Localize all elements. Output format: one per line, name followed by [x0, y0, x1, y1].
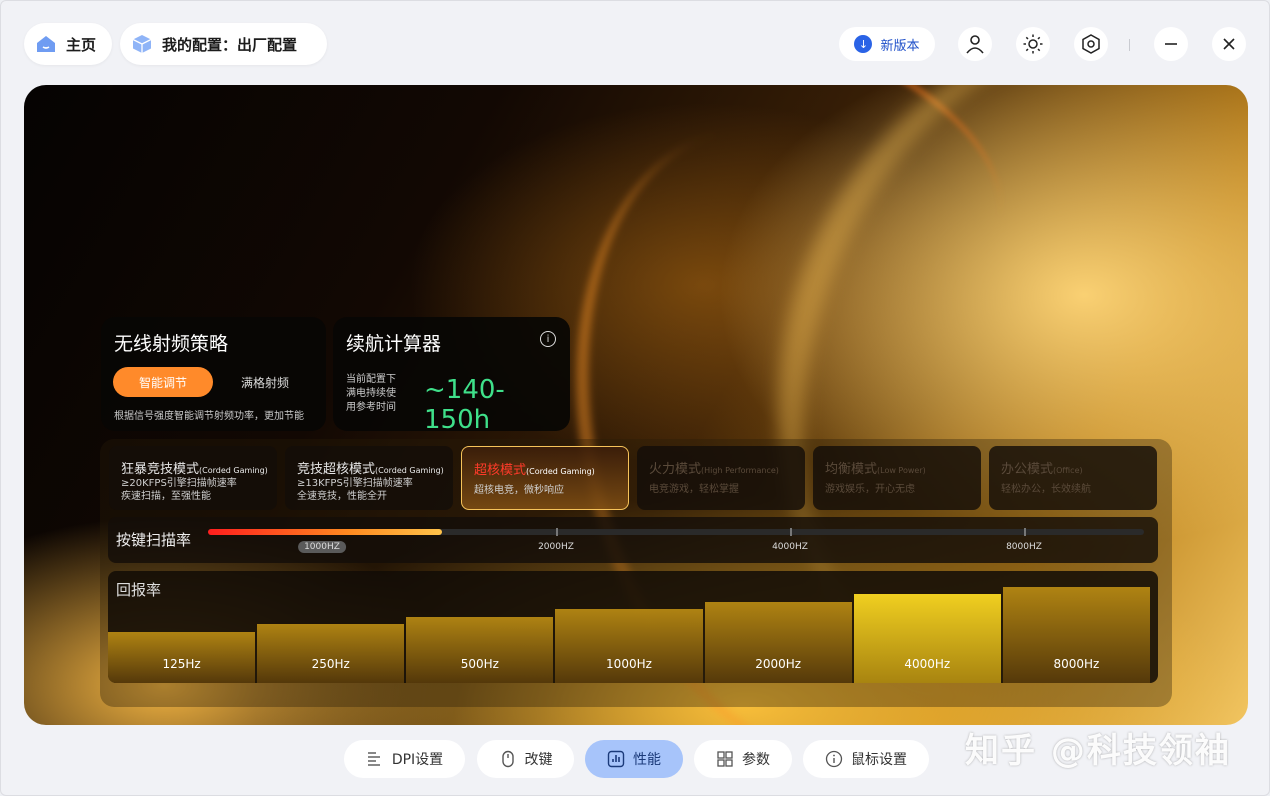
battery-calculator-card: 续航计算器 i 当前配置下 满电持续使 用参考时间 ~140-150h: [333, 317, 570, 435]
hex-settings-icon: [1082, 34, 1100, 54]
mode-title: 均衡模式(Low Power): [825, 462, 926, 477]
mode-desc: ≥20KFPS引擎扫描帧速率: [121, 478, 237, 489]
scan-rate-option[interactable]: 2000HZ: [532, 541, 580, 553]
tab-label: 参数: [742, 752, 770, 768]
mode-desc: 轻松办公，长效续航: [1001, 484, 1091, 495]
wireless-rf-card: 无线射频策略 智能调节 满格射频 根据信号强度智能调节射频功率，更加节能: [101, 317, 326, 431]
mode-title: 狂暴竞技模式(Corded Gaming): [121, 462, 268, 477]
tab-label: 鼠标设置: [851, 752, 907, 768]
mode-desc: 超核电竞，微秒响应: [474, 485, 564, 496]
tab-dpi-settings[interactable]: DPI设置: [344, 740, 465, 778]
sun-icon: [1023, 34, 1043, 54]
battery-note: 当前配置下 满电持续使 用参考时间: [346, 373, 396, 415]
report-rate-option[interactable]: 1000Hz: [555, 609, 703, 683]
header-divider: [1129, 39, 1130, 51]
info-icon[interactable]: i: [540, 331, 556, 347]
scan-rate-tick: [556, 528, 558, 536]
mode-desc: ≥13KFPS引擎扫描帧速率: [297, 478, 413, 489]
report-rate-option[interactable]: 500Hz: [406, 616, 554, 683]
mode-title: 火力模式(High Performance): [649, 462, 779, 477]
minimize-button[interactable]: [1154, 27, 1188, 61]
mode-card-office[interactable]: 办公模式(Office) 轻松办公，长效续航: [989, 446, 1157, 510]
report-rate-option[interactable]: 2000Hz: [704, 601, 852, 683]
mode-title: 办公模式(Office): [1001, 462, 1083, 477]
new-version-label: 新版本: [880, 38, 920, 54]
tab-performance[interactable]: 性能: [585, 740, 683, 778]
battery-value: ~140-150h: [424, 375, 505, 435]
mode-title: 竞技超核模式(Corded Gaming): [297, 462, 444, 477]
tab-parameters[interactable]: 参数: [694, 740, 792, 778]
app-window: 主页 我的配置：出厂配置 ↓ 新版本 无线射频策略 智能调节 满格射频 根据信号: [0, 0, 1270, 796]
battery-note-line: 当前配置下: [346, 374, 396, 385]
download-icon: ↓: [854, 35, 873, 53]
scan-rate-option[interactable]: 8000HZ: [1000, 541, 1048, 553]
settings-button[interactable]: [1074, 27, 1108, 61]
scan-rate-fill: [208, 529, 442, 535]
close-button[interactable]: [1212, 27, 1246, 61]
cube-icon: [130, 32, 154, 56]
tab-label: DPI设置: [391, 752, 444, 768]
mode-card-ultra-core[interactable]: 超核模式(Corded Gaming) 超核电竞，微秒响应: [461, 446, 629, 510]
wireless-title: 无线射频策略: [114, 333, 229, 355]
grid-icon: [716, 750, 734, 768]
new-version-button[interactable]: ↓ 新版本: [839, 27, 935, 61]
smart-adjust-button[interactable]: 智能调节: [113, 367, 213, 397]
mode-desc: 全速竞技，性能全开: [297, 491, 387, 502]
scan-rate-option[interactable]: 4000HZ: [766, 541, 814, 553]
home-button[interactable]: 主页: [24, 23, 112, 65]
battery-note-line: 满电持续使: [346, 388, 396, 399]
minimize-icon: [1165, 43, 1177, 45]
scan-rate-slider[interactable]: [208, 528, 1144, 536]
mode-desc: 电竞游戏，轻松掌握: [649, 484, 739, 495]
report-rate-option[interactable]: 8000Hz: [1002, 586, 1150, 683]
report-rate-row: 回报率 125Hz 250Hz 500Hz 1000Hz 2000Hz 4000Hz 800…: [108, 571, 1158, 683]
battery-title: 续航计算器: [346, 333, 442, 355]
config-label: 我的配置：出厂配置: [162, 35, 298, 54]
scan-rate-option[interactable]: 1000HZ: [298, 541, 346, 553]
tab-remap-keys[interactable]: 改键: [477, 740, 574, 778]
mode-card-firepower[interactable]: 火力模式(High Performance) 电竞游戏，轻松掌握: [637, 446, 805, 510]
tab-mouse-settings[interactable]: 鼠标设置: [803, 740, 929, 778]
mode-card-balanced[interactable]: 均衡模式(Low Power) 游戏娱乐，开心无虑: [813, 446, 981, 510]
scan-rate-title: 按键扫描率: [116, 531, 192, 549]
brightness-button[interactable]: [1016, 27, 1050, 61]
wireless-note: 根据信号强度智能调节射频功率，更加节能: [114, 411, 304, 422]
performance-panel: 无线射频策略 智能调节 满格射频 根据信号强度智能调节射频功率，更加节能 续航计…: [24, 85, 1248, 725]
mode-desc: 游戏娱乐，开心无虑: [825, 484, 915, 495]
mode-title: 超核模式(Corded Gaming): [474, 463, 595, 478]
report-rate-title: 回报率: [116, 581, 162, 599]
user-button[interactable]: [958, 27, 992, 61]
user-icon: [966, 35, 984, 54]
tab-label: 改键: [524, 752, 553, 768]
mode-card-rampage[interactable]: 狂暴竞技模式(Corded Gaming) ≥20KFPS引擎扫描帧速率 疾速扫…: [109, 446, 277, 510]
tab-label: 性能: [633, 752, 661, 768]
mouse-icon: [499, 750, 517, 768]
battery-note-line: 用参考时间: [346, 402, 396, 413]
config-selector[interactable]: 我的配置：出厂配置: [120, 23, 327, 65]
mode-desc: 疾速扫描，至强性能: [121, 491, 211, 502]
report-rate-option[interactable]: 250Hz: [257, 624, 405, 683]
home-label: 主页: [66, 35, 97, 54]
home-icon: [34, 32, 58, 56]
full-signal-button[interactable]: 满格射频: [225, 367, 305, 397]
info-icon: [825, 750, 843, 768]
report-rate-option[interactable]: 4000Hz: [853, 594, 1001, 683]
scan-rate-tick: [790, 528, 792, 536]
scan-rate-tick: [1024, 528, 1026, 536]
close-icon: [1223, 38, 1235, 50]
performance-icon: [607, 750, 625, 768]
dpi-icon: [366, 750, 384, 768]
watermark: 知乎 @科技领袖: [965, 731, 1231, 771]
mode-card-competitive-ultra[interactable]: 竞技超核模式(Corded Gaming) ≥13KFPS引擎扫描帧速率 全速竞…: [285, 446, 453, 510]
key-scan-rate-row: 按键扫描率 1000HZ 2000HZ 4000HZ 8000HZ: [108, 517, 1158, 563]
report-rate-option[interactable]: 125Hz: [108, 631, 256, 683]
